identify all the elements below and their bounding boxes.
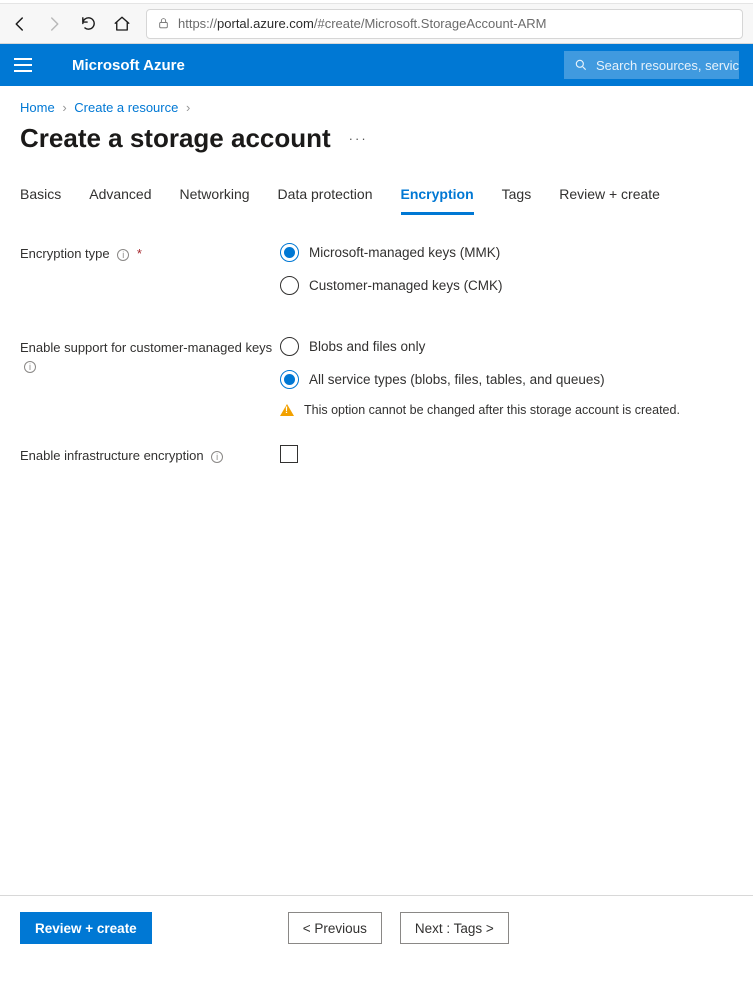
- radio-indicator: [280, 276, 299, 295]
- cmk-change-warning: This option cannot be changed after this…: [280, 403, 733, 417]
- search-icon: [574, 58, 588, 72]
- breadcrumb-home[interactable]: Home: [20, 100, 55, 115]
- radio-label: Blobs and files only: [309, 339, 425, 354]
- refresh-button[interactable]: [78, 14, 98, 34]
- home-button[interactable]: [112, 14, 132, 34]
- tab-data-protection[interactable]: Data protection: [278, 186, 373, 214]
- encryption-type-label: Encryption type i *: [20, 243, 280, 263]
- url-text: https://portal.azure.com/#create/Microso…: [178, 16, 547, 31]
- infra-encryption-label: Enable infrastructure encryption i: [20, 445, 280, 465]
- radio-indicator: [280, 370, 299, 389]
- global-search[interactable]: Search resources, services, and docs: [564, 51, 739, 79]
- radio-label: Customer-managed keys (CMK): [309, 278, 503, 293]
- search-placeholder: Search resources, services, and docs: [596, 58, 739, 73]
- breadcrumb: Home › Create a resource ›: [20, 100, 733, 115]
- brand-label: Microsoft Azure: [72, 57, 185, 74]
- more-actions-button[interactable]: ···: [349, 131, 368, 146]
- review-create-button[interactable]: Review + create: [20, 912, 152, 944]
- page-title: Create a storage account: [20, 123, 331, 154]
- required-indicator: *: [137, 246, 142, 261]
- cmk-support-label: Enable support for customer-managed keys…: [20, 337, 280, 375]
- radio-cmk[interactable]: Customer-managed keys (CMK): [280, 276, 733, 295]
- radio-all-service-types[interactable]: All service types (blobs, files, tables,…: [280, 370, 733, 389]
- previous-button[interactable]: < Previous: [288, 912, 382, 944]
- warning-icon: [280, 404, 294, 416]
- browser-toolbar: https://portal.azure.com/#create/Microso…: [0, 4, 753, 44]
- tab-basics[interactable]: Basics: [20, 186, 61, 214]
- next-button[interactable]: Next : Tags >: [400, 912, 509, 944]
- infra-encryption-checkbox[interactable]: [280, 445, 298, 463]
- chevron-right-icon: ›: [62, 100, 66, 115]
- info-icon[interactable]: i: [211, 451, 223, 463]
- breadcrumb-create-resource[interactable]: Create a resource: [74, 100, 178, 115]
- info-icon[interactable]: i: [24, 361, 36, 373]
- address-bar[interactable]: https://portal.azure.com/#create/Microso…: [146, 9, 743, 39]
- tab-encryption[interactable]: Encryption: [401, 186, 474, 215]
- back-button[interactable]: [10, 14, 30, 34]
- tab-tags[interactable]: Tags: [502, 186, 532, 214]
- menu-button[interactable]: [14, 58, 32, 72]
- azure-header: Microsoft Azure Search resources, servic…: [0, 44, 753, 86]
- lock-icon: [157, 17, 170, 30]
- radio-mmk[interactable]: Microsoft-managed keys (MMK): [280, 243, 733, 262]
- info-icon[interactable]: i: [117, 249, 129, 261]
- tab-networking[interactable]: Networking: [180, 186, 250, 214]
- tab-bar: Basics Advanced Networking Data protecti…: [20, 186, 733, 215]
- wizard-footer: Review + create < Previous Next : Tags >: [0, 895, 753, 970]
- radio-label: All service types (blobs, files, tables,…: [309, 372, 605, 387]
- tab-review-create[interactable]: Review + create: [559, 186, 660, 214]
- warning-text: This option cannot be changed after this…: [304, 403, 680, 417]
- tab-advanced[interactable]: Advanced: [89, 186, 151, 214]
- radio-blobs-files-only[interactable]: Blobs and files only: [280, 337, 733, 356]
- chevron-right-icon: ›: [186, 100, 190, 115]
- radio-indicator: [280, 337, 299, 356]
- radio-indicator: [280, 243, 299, 262]
- forward-button: [44, 14, 64, 34]
- radio-label: Microsoft-managed keys (MMK): [309, 245, 500, 260]
